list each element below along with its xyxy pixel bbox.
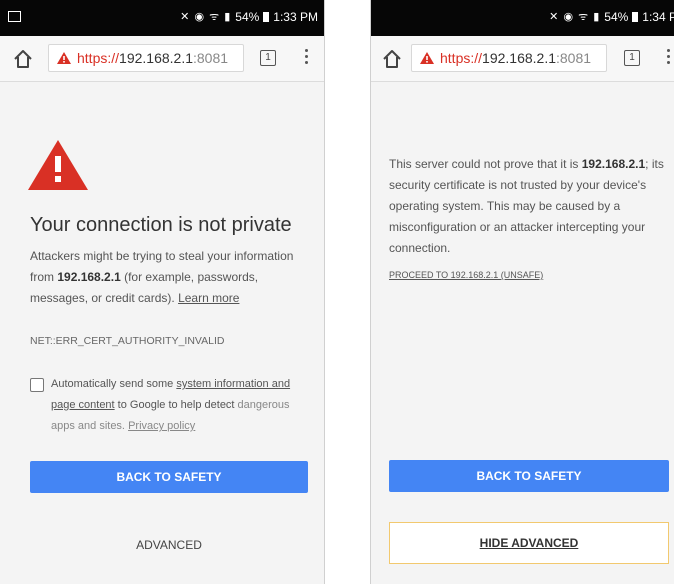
checkbox-text: to Google to help detect: [114, 399, 238, 411]
home-icon[interactable]: [381, 48, 403, 70]
home-icon[interactable]: [12, 48, 34, 70]
description-host: 192.168.2.1: [581, 157, 646, 171]
warning-icon: [420, 52, 434, 64]
battery-percent: 54%: [604, 9, 629, 24]
tab-switcher-icon[interactable]: 1: [624, 50, 640, 66]
screenshot-icon: [8, 11, 21, 22]
left-screen: ✕ ◉ ᯤ ▮ 54% 1:33 PM https://192.168.2.1:…: [0, 0, 325, 584]
status-bar: ✕ ◉ ᯤ ▮ 54% 1:33 PM: [0, 0, 324, 36]
browser-toolbar: https://192.168.2.1:8081 1: [371, 36, 674, 82]
send-info-checkbox[interactable]: [30, 378, 44, 392]
hide-advanced-label: HIDE ADVANCED: [479, 536, 579, 550]
warning-icon: [57, 52, 71, 64]
right-screen: ✕ ◉ ᯤ ▮ 54% 1:34 P https://192.168.2.1:8…: [370, 0, 674, 584]
warning-icon: [28, 140, 88, 190]
tab-switcher-icon[interactable]: 1: [260, 50, 276, 66]
battery-icon: [263, 11, 270, 22]
checkbox-text: Automatically send some: [51, 378, 177, 390]
overflow-menu-icon[interactable]: [305, 49, 309, 67]
url-host: 192.168.2.1: [482, 50, 556, 66]
proceed-unsafe-link[interactable]: PROCEED TO 192.168.2.1 (UNSAFE): [389, 270, 543, 280]
battery-percent: 54%: [235, 9, 260, 24]
url-host: 192.168.2.1: [119, 50, 193, 66]
url-bar[interactable]: https://192.168.2.1:8081: [48, 44, 244, 72]
page-title: Your connection is not private: [30, 214, 292, 236]
url-bar[interactable]: https://192.168.2.1:8081: [411, 44, 607, 72]
warning-description: Attackers might be trying to steal your …: [30, 246, 300, 309]
status-bar: ✕ ◉ ᯤ ▮ 54% 1:34 P: [371, 0, 674, 36]
status-time: 1:34 P: [642, 9, 674, 24]
description-text: This server could not prove that it is: [389, 157, 582, 171]
advanced-button[interactable]: ADVANCED: [30, 538, 308, 552]
system-icons: ✕ ◉ ᯤ ▮: [549, 11, 601, 23]
status-time: 1:33 PM: [273, 9, 318, 24]
checkbox-label: Automatically send some system informati…: [51, 374, 301, 437]
privacy-policy-link[interactable]: Privacy policy: [128, 420, 195, 432]
url-scheme: https://: [77, 50, 120, 66]
back-to-safety-button[interactable]: BACK TO SAFETY: [30, 461, 308, 493]
error-code: NET::ERR_CERT_AUTHORITY_INVALID: [30, 335, 225, 347]
battery-icon: [632, 11, 639, 22]
browser-toolbar: https://192.168.2.1:8081 1: [0, 36, 324, 82]
url-port: :8081: [556, 50, 592, 66]
url-scheme: https://: [440, 50, 483, 66]
back-to-safety-button[interactable]: BACK TO SAFETY: [389, 460, 669, 492]
hide-advanced-button[interactable]: HIDE ADVANCED: [389, 522, 669, 564]
url-port: :8081: [193, 50, 229, 66]
learn-more-link[interactable]: Learn more: [178, 291, 239, 305]
description-text: ; its security certificate is not truste…: [389, 157, 664, 255]
description-host: 192.168.2.1: [57, 270, 121, 284]
system-icons: ✕ ◉ ᯤ ▮: [180, 11, 232, 23]
overflow-menu-icon[interactable]: [667, 49, 671, 67]
advanced-description: This server could not prove that it is 1…: [389, 154, 671, 259]
